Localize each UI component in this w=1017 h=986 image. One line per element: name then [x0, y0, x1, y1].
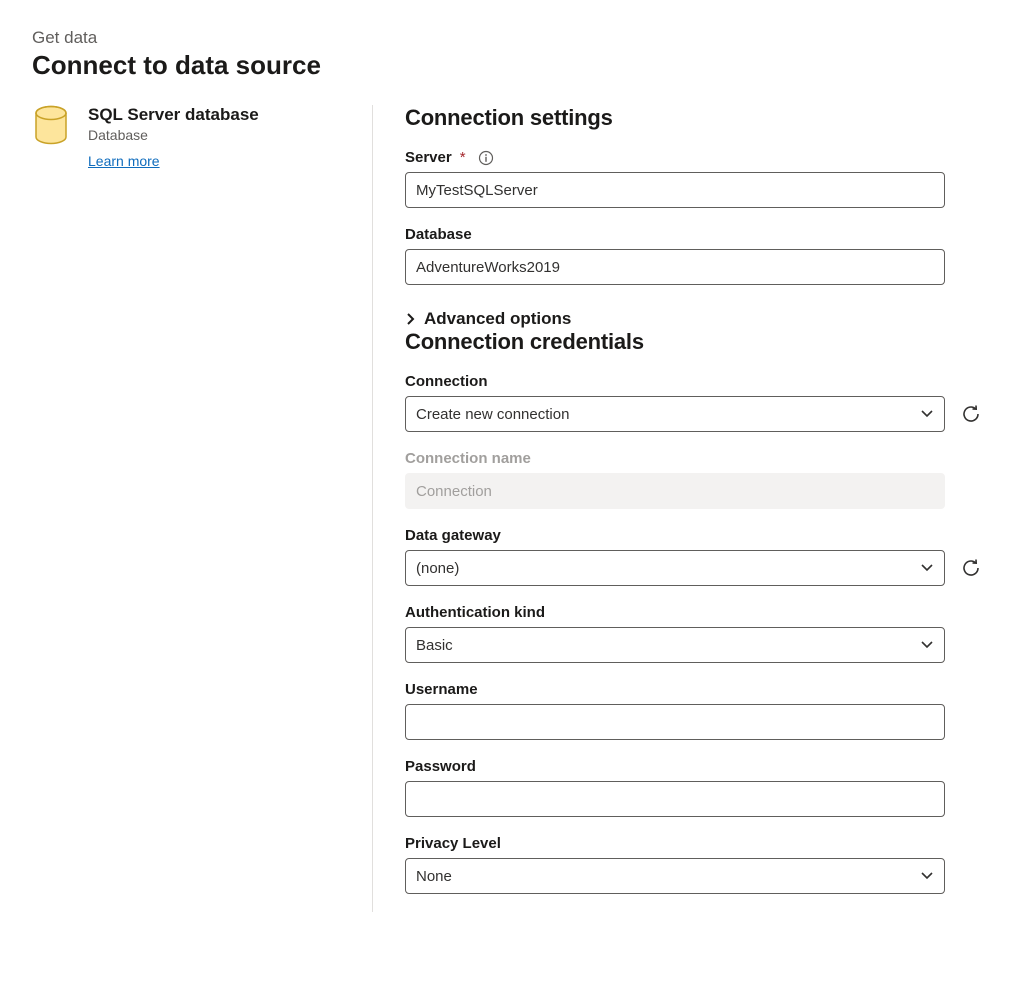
username-input[interactable] [405, 704, 945, 740]
connection-label: Connection [405, 373, 985, 390]
source-subtitle: Database [88, 127, 259, 143]
refresh-connection-button[interactable] [957, 400, 985, 428]
connection-select-value: Create new connection [416, 406, 569, 423]
breadcrumb: Get data [32, 28, 985, 48]
required-indicator: * [460, 149, 466, 166]
authentication-kind-select[interactable]: Basic [405, 627, 945, 663]
chevron-down-icon [920, 563, 934, 573]
username-label: Username [405, 681, 985, 698]
server-input[interactable] [405, 172, 945, 208]
refresh-gateway-button[interactable] [957, 554, 985, 582]
data-gateway-select-value: (none) [416, 560, 459, 577]
connection-name-input: Connection [405, 473, 945, 509]
password-input[interactable] [405, 781, 945, 817]
page-title: Connect to data source [32, 50, 985, 81]
server-label: Server* [405, 149, 985, 166]
chevron-down-icon [920, 409, 934, 419]
advanced-options-toggle[interactable]: Advanced options [405, 309, 571, 329]
chevron-down-icon [920, 871, 934, 881]
connection-name-label: Connection name [405, 450, 985, 467]
connection-settings-heading: Connection settings [405, 105, 985, 131]
data-gateway-select[interactable]: (none) [405, 550, 945, 586]
privacy-level-select[interactable]: None [405, 858, 945, 894]
authentication-kind-label: Authentication kind [405, 604, 985, 621]
info-icon[interactable] [478, 150, 494, 166]
database-input[interactable] [405, 249, 945, 285]
database-icon [32, 105, 72, 169]
chevron-right-icon [405, 312, 416, 326]
chevron-down-icon [920, 640, 934, 650]
connection-select[interactable]: Create new connection [405, 396, 945, 432]
password-label: Password [405, 758, 985, 775]
learn-more-link[interactable]: Learn more [88, 153, 160, 169]
authentication-kind-select-value: Basic [416, 637, 453, 654]
database-label: Database [405, 226, 985, 243]
connection-credentials-heading: Connection credentials [405, 329, 985, 355]
source-title: SQL Server database [88, 105, 259, 125]
privacy-level-label: Privacy Level [405, 835, 985, 852]
data-gateway-label: Data gateway [405, 527, 985, 544]
privacy-level-select-value: None [416, 868, 452, 885]
